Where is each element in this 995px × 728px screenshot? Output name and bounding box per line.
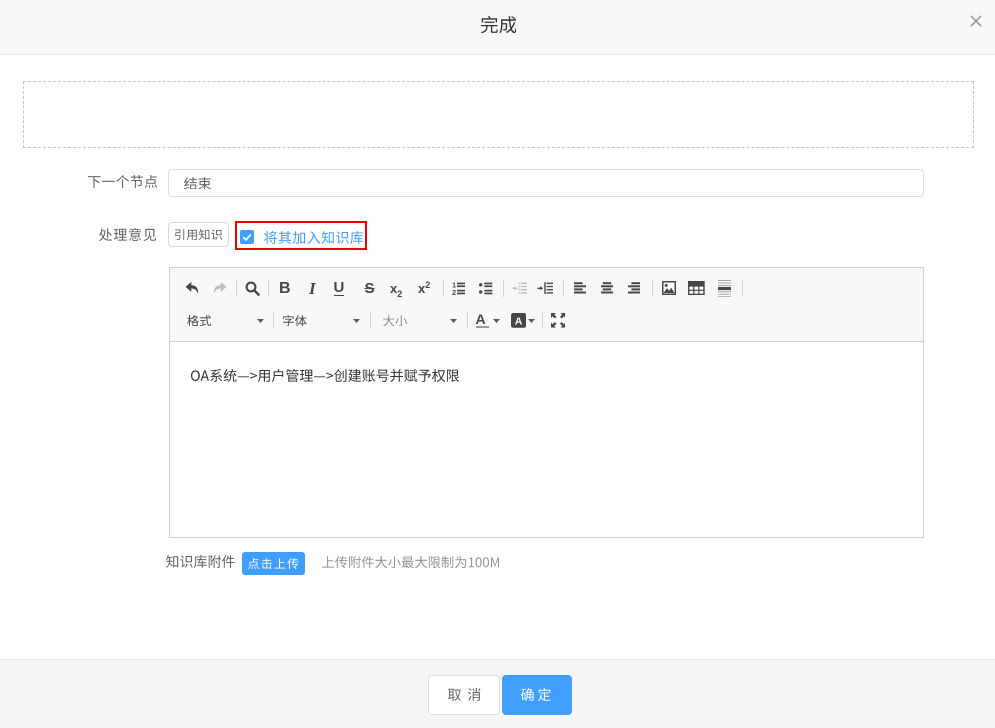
svg-text:2: 2 xyxy=(452,287,456,294)
svg-text:A: A xyxy=(514,317,522,328)
